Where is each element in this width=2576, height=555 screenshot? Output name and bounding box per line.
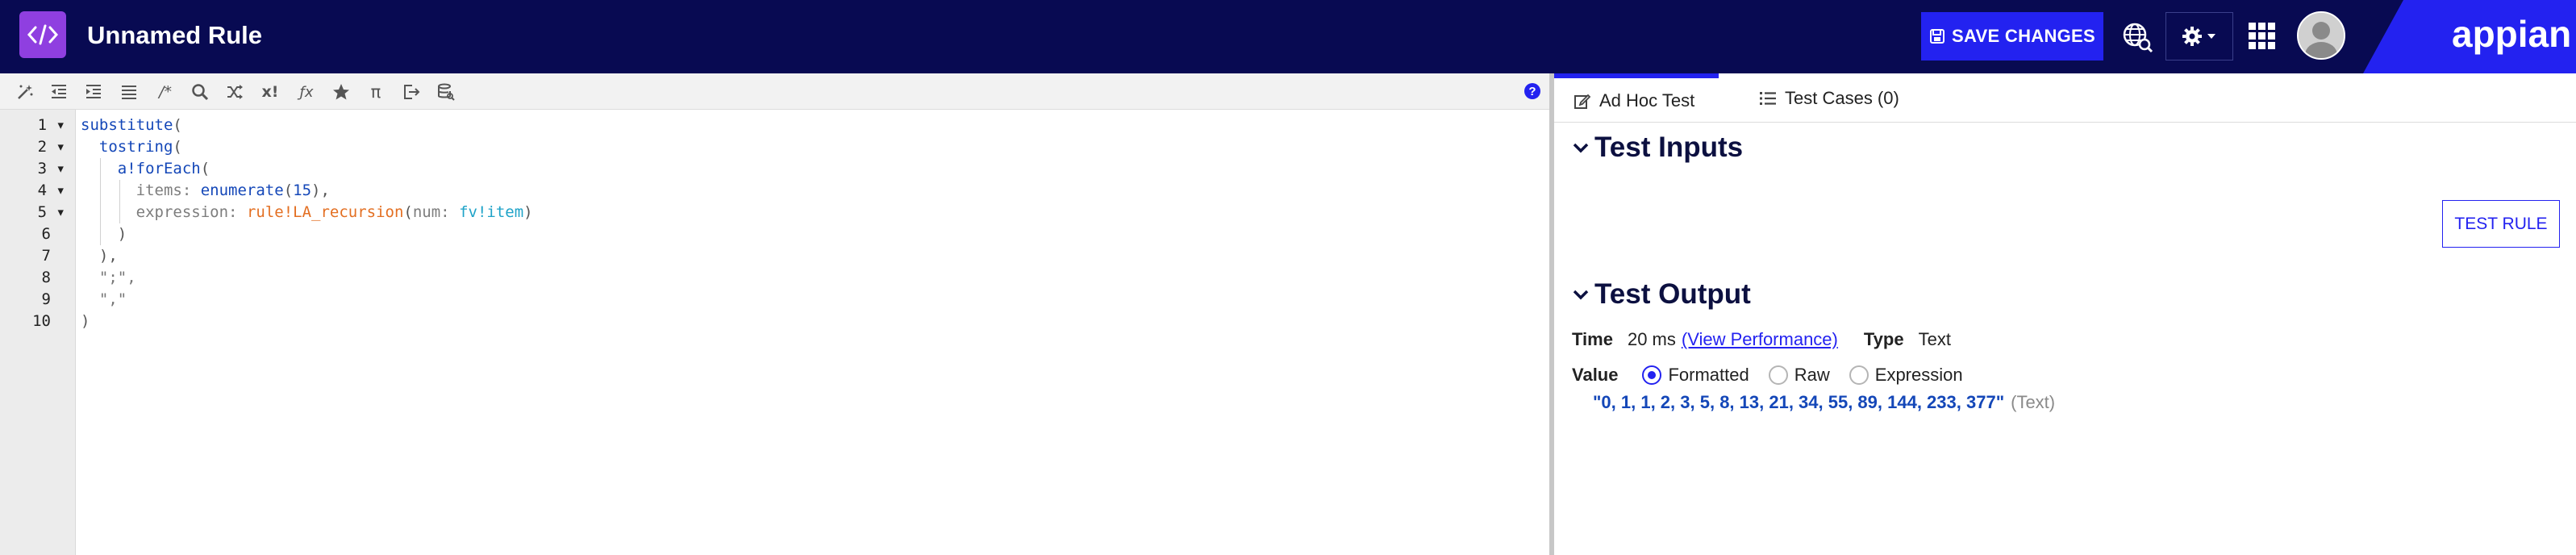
result-value: "0, 1, 1, 2, 3, 5, 8, 13, 21, 34, 55, 89…	[1593, 392, 2005, 412]
line-number: 8	[41, 269, 51, 286]
rule-title[interactable]: Unnamed Rule	[87, 19, 262, 52]
appian-logo: appian	[2363, 0, 2576, 73]
globe-search-icon[interactable]	[2118, 18, 2157, 56]
chevron-down-icon	[1573, 143, 1589, 153]
radio-circle[interactable]	[1849, 365, 1869, 385]
shuffle-icon[interactable]	[223, 80, 247, 104]
value-row: Value Formatted Raw Expression	[1572, 365, 1982, 386]
code-line[interactable]: )	[81, 311, 90, 332]
radio-label: Formatted	[1668, 365, 1749, 385]
list-icon[interactable]	[117, 80, 141, 104]
code-line[interactable]: substitute(	[81, 115, 182, 136]
test-inputs-header[interactable]: Test Inputs	[1572, 131, 1743, 164]
line-number: 10	[32, 312, 51, 330]
line-number: 3 ▾	[37, 160, 65, 177]
test-tabs: Ad Hoc Test Test Cases (0)	[1554, 73, 2576, 123]
test-result: "0, 1, 1, 2, 3, 5, 8, 13, 21, 34, 55, 89…	[1593, 392, 2055, 413]
expression-rule-icon	[19, 11, 66, 58]
radio-label: Raw	[1794, 365, 1830, 385]
section-title: Test Output	[1594, 278, 1751, 310]
line-number: 2 ▾	[37, 138, 65, 156]
pi-icon[interactable]: π	[364, 80, 388, 104]
type-value: Text	[1918, 329, 1951, 349]
expression-editor: /* x! ƒx π ? 1 ▾ 2 ▾ 3 ▾ 4 ▾ 5 ▾ 6 7 8 9…	[0, 73, 1549, 555]
radio-circle[interactable]	[1768, 365, 1788, 385]
time-value: 20 ms	[1627, 329, 1676, 349]
line-number: 6	[41, 225, 51, 243]
line-number-gutter: 1 ▾ 2 ▾ 3 ▾ 4 ▾ 5 ▾ 6 7 8 9 10	[0, 110, 76, 555]
database-search-icon[interactable]	[434, 80, 458, 104]
settings-menu-button[interactable]	[2165, 12, 2233, 61]
line-number: 1 ▾	[37, 116, 65, 134]
code-line[interactable]: ),	[81, 245, 118, 267]
tab-label: Test Cases (0)	[1785, 87, 1899, 108]
app-header: Unnamed Rule SAVE CHANGES appian	[0, 0, 2576, 73]
star-icon[interactable]	[329, 80, 353, 104]
save-changes-label: SAVE CHANGES	[1952, 26, 2095, 46]
chevron-down-icon	[1573, 290, 1589, 300]
line-number: 5 ▾	[37, 203, 65, 221]
code-line[interactable]: expression: rule!LA_recursion(num: fv!it…	[81, 202, 533, 223]
exclamation-x-icon[interactable]: x!	[258, 80, 282, 104]
radio-formatted[interactable]: Formatted	[1642, 365, 1749, 386]
view-performance-link[interactable]: (View Performance)	[1682, 329, 1838, 350]
time-row: Time 20 ms (View Performance) Type Text	[1572, 329, 1951, 350]
test-output-header[interactable]: Test Output	[1572, 278, 1751, 311]
list-icon	[1760, 91, 1776, 105]
line-number: 7	[41, 247, 51, 265]
indent-icon[interactable]	[81, 80, 106, 104]
function-icon[interactable]: ƒx	[294, 80, 319, 104]
code-line[interactable]: a!forEach(	[81, 158, 210, 180]
test-panel: Ad Hoc Test Test Cases (0) Test Inputs T…	[1554, 73, 2576, 555]
svg-text:appian: appian	[2452, 13, 2571, 55]
radio-raw[interactable]: Raw	[1768, 365, 1830, 386]
export-icon[interactable]	[399, 80, 423, 104]
magic-wand-icon[interactable]	[13, 80, 37, 104]
code-line[interactable]: )	[81, 223, 127, 245]
result-type: (Text)	[2011, 392, 2056, 412]
code-line[interactable]: items: enumerate(15),	[81, 180, 330, 202]
tab-label: Ad Hoc Test	[1599, 90, 1695, 111]
line-number: 9	[41, 290, 51, 308]
gear-icon	[2182, 27, 2215, 46]
tab-test-cases[interactable]: Test Cases (0)	[1740, 73, 1917, 123]
save-icon	[1930, 29, 1945, 44]
radio-expression[interactable]: Expression	[1849, 365, 1963, 386]
section-title: Test Inputs	[1594, 131, 1744, 163]
line-number: 4 ▾	[37, 182, 65, 199]
test-rule-button[interactable]: TEST RULE	[2442, 200, 2560, 248]
apps-grid-icon[interactable]	[2246, 20, 2278, 52]
tab-ad-hoc-test[interactable]: Ad Hoc Test	[1554, 73, 1719, 123]
user-avatar[interactable]	[2297, 11, 2345, 60]
value-label: Value	[1572, 365, 1619, 385]
radio-circle[interactable]	[1642, 365, 1662, 385]
code-line[interactable]: ","	[81, 289, 127, 311]
editor-toolbar: /* x! ƒx π ?	[0, 73, 1549, 110]
radio-label: Expression	[1874, 365, 1963, 385]
save-changes-button[interactable]: SAVE CHANGES	[1921, 12, 2103, 61]
help-icon[interactable]: ?	[1524, 83, 1540, 99]
time-label: Time	[1572, 329, 1613, 349]
search-icon[interactable]	[188, 80, 212, 104]
edit-icon	[1574, 94, 1591, 109]
outdent-icon[interactable]	[47, 80, 71, 104]
type-label: Type	[1863, 329, 1904, 349]
comment-icon[interactable]: /*	[153, 80, 177, 104]
code-line[interactable]: tostring(	[81, 136, 182, 158]
code-line[interactable]: ";",	[81, 267, 136, 289]
